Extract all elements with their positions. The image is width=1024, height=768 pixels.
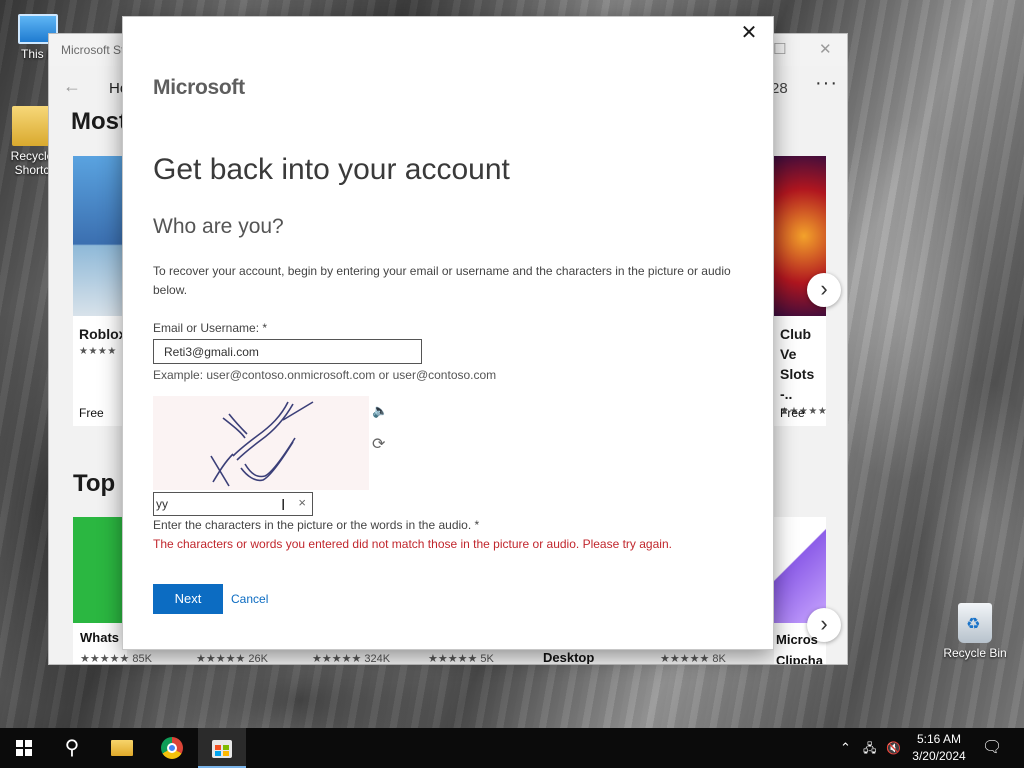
microsoft-logo-text: Microsoft xyxy=(153,76,245,99)
app-card-roblox[interactable]: Roblox ★★★★ Free xyxy=(73,156,127,426)
whatsapp-art xyxy=(73,517,127,623)
bottom-row-rating: ★★★★★ 85K xyxy=(80,653,152,665)
page-subtitle: Who are you? xyxy=(153,215,284,238)
app-card-stars: ★★★★ xyxy=(79,346,117,357)
taskbar: ⚲ ⌃ 🖧 🔇 5:16 AM 3/20/2024 🗨 xyxy=(0,728,1024,768)
close-icon[interactable]: ✕ xyxy=(739,23,759,43)
store-button[interactable] xyxy=(198,728,246,768)
section-title-most: Most xyxy=(71,108,127,135)
bottom-row-name: Whats xyxy=(80,630,119,645)
bottom-row-name: Micros Clipcha xyxy=(776,632,823,665)
next-button[interactable]: Next xyxy=(153,584,223,614)
chevron-up-icon[interactable]: ⌃ xyxy=(840,728,851,768)
clear-input-icon[interactable]: × xyxy=(298,495,306,510)
store-bag-icon xyxy=(212,740,232,758)
folder-icon xyxy=(12,106,52,146)
more-options-icon[interactable]: ··· xyxy=(815,72,838,95)
instructions-text: To recover your account, begin by enteri… xyxy=(153,264,731,297)
system-clock[interactable]: 5:16 AM 3/20/2024 xyxy=(904,731,974,765)
desktop-icon-recycle-bin[interactable]: ♻ Recycle Bin xyxy=(942,603,1008,660)
app-card-name: Club Ve Slots -.. xyxy=(780,326,815,402)
file-explorer-button[interactable] xyxy=(98,728,146,768)
close-icon[interactable]: ✕ xyxy=(819,40,832,58)
captcha-input-wrapper: I × xyxy=(153,492,313,516)
email-label: Email or Username: * xyxy=(153,321,268,335)
email-field[interactable] xyxy=(153,339,422,364)
search-icon: ⚲ xyxy=(64,737,80,759)
bottom-row-rating: ★★★★★ 324K xyxy=(312,653,391,665)
captcha-input[interactable] xyxy=(154,493,282,515)
clock-time: 5:16 AM xyxy=(916,732,962,746)
clock-date: 3/20/2024 xyxy=(912,749,966,763)
desktop-icon-label: Recycle Bin xyxy=(943,646,1007,660)
app-card-price: Free xyxy=(79,406,104,420)
error-message: The characters or words you entered did … xyxy=(153,537,672,551)
email-example-hint: Example: user@contoso.onmicrosoft.com or… xyxy=(153,368,497,382)
network-icon[interactable]: 🖧 xyxy=(863,728,876,768)
maximize-icon[interactable]: ☐ xyxy=(773,40,786,58)
carousel-next-button[interactable]: › xyxy=(807,273,841,307)
folder-icon xyxy=(111,740,133,756)
chrome-icon xyxy=(161,737,183,759)
speaker-icon[interactable]: 🔈 xyxy=(372,403,388,419)
recycle-bin-icon: ♻ xyxy=(958,603,992,643)
text-cursor-icon: I xyxy=(281,496,286,514)
store-window-title: Microsoft St xyxy=(61,43,125,57)
bottom-row-name: Desktop xyxy=(543,650,595,665)
store-download-count[interactable]: 28 xyxy=(771,80,788,97)
bottom-row-rating: ★★★★★ 8K xyxy=(660,653,726,665)
search-button[interactable]: ⚲ xyxy=(48,728,96,768)
bottom-row-rating: ★★★★★ 26K xyxy=(196,653,268,665)
cancel-link[interactable]: Cancel xyxy=(231,592,268,606)
section-title-top: Top f xyxy=(73,470,130,497)
volume-muted-icon[interactable]: 🔇 xyxy=(886,728,901,768)
account-recovery-dialog: ✕ Microsoft Get back into your account W… xyxy=(123,17,773,649)
captcha-glyphs xyxy=(210,401,314,487)
app-card-name: Roblox xyxy=(79,326,127,342)
notifications-icon[interactable]: 🗨 xyxy=(982,728,1002,768)
chrome-button[interactable] xyxy=(148,728,196,768)
clipchamp-art xyxy=(774,517,826,623)
refresh-icon[interactable]: ⟳ xyxy=(372,434,385,454)
app-card-price: Free xyxy=(780,406,805,420)
bottom-row-rating: ★★★★★ 5K xyxy=(428,653,494,665)
captcha-image xyxy=(153,396,369,490)
back-arrow-icon[interactable]: ← xyxy=(63,76,81,97)
roblox-art xyxy=(73,156,127,316)
start-button[interactable] xyxy=(0,728,48,768)
page-title: Get back into your account xyxy=(153,153,510,186)
captcha-label: Enter the characters in the picture or t… xyxy=(153,518,480,532)
windows-logo-icon xyxy=(16,740,32,756)
